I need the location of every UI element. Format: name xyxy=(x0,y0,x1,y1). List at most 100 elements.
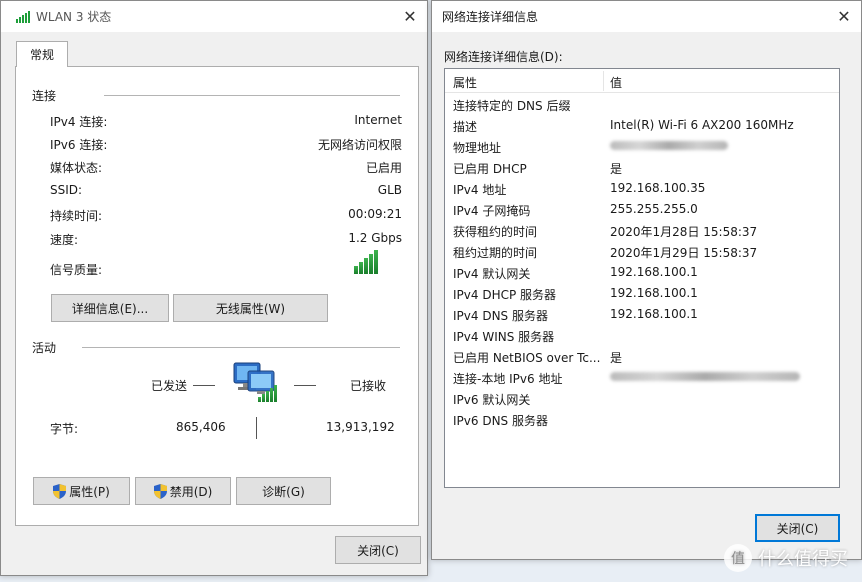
wifi-signal-icon xyxy=(16,10,30,23)
column-separator[interactable] xyxy=(603,71,604,91)
bytes-label: 字节: xyxy=(50,422,79,436)
close-button[interactable]: 关闭(C) xyxy=(335,536,421,564)
value-cell: 是 xyxy=(610,351,623,365)
property-cell: 物理地址 xyxy=(453,141,502,155)
connection-row: IPv4 连接: Internet xyxy=(50,113,402,129)
activity-signal-icon xyxy=(258,385,277,402)
connection-row: IPv6 连接: 无网络访问权限 xyxy=(50,136,402,152)
bytes-sent-value: 865,406 xyxy=(176,420,226,434)
sent-label: 已发送 xyxy=(151,379,188,393)
property-cell: 连接-本地 IPv6 地址 xyxy=(453,372,563,386)
row-value: 1.2 Gbps xyxy=(348,231,402,245)
list-item[interactable]: IPv6 DNS 服务器 xyxy=(445,409,839,430)
connection-group-label: 连接 xyxy=(32,89,57,103)
list-item[interactable]: IPv4 子网掩码 255.255.255.0 xyxy=(445,199,839,220)
row-label: SSID: xyxy=(50,183,83,197)
list-item[interactable]: 租约过期的时间 2020年1月29日 15:58:37 xyxy=(445,241,839,262)
connection-row: 信号质量: xyxy=(50,261,402,277)
row-label: IPv6 连接: xyxy=(50,138,108,152)
row-label: IPv4 连接: xyxy=(50,115,108,129)
tab-general[interactable]: 常规 xyxy=(16,41,68,67)
row-label: 持续时间: xyxy=(50,209,103,223)
disable-button-label: 禁用(D) xyxy=(169,484,213,499)
connection-row: 速度: 1.2 Gbps xyxy=(50,231,402,247)
watermark-text: 什么值得买 xyxy=(758,549,848,570)
list-item[interactable]: IPv4 地址 192.168.100.35 xyxy=(445,178,839,199)
list-item[interactable]: 已启用 DHCP 是 xyxy=(445,157,839,178)
value-cell: Intel(R) Wi-Fi 6 AX200 160MHz xyxy=(610,118,794,132)
title-bar: WLAN 3 状态 ✕ xyxy=(1,1,427,32)
property-cell: 租约过期的时间 xyxy=(453,246,538,260)
list-item[interactable]: 物理地址 xyxy=(445,136,839,157)
divider xyxy=(82,347,400,348)
list-item[interactable]: 已启用 NetBIOS over Tc... 是 xyxy=(445,346,839,367)
value-cell: 192.168.100.1 xyxy=(610,265,698,279)
property-cell: IPv4 默认网关 xyxy=(453,267,531,281)
row-value: GLB xyxy=(377,183,402,197)
value-cell: 192.168.100.1 xyxy=(610,286,698,300)
list-header: 属性 值 xyxy=(445,69,839,93)
divider xyxy=(256,417,257,439)
list-item[interactable]: 获得租约的时间 2020年1月28日 15:58:37 xyxy=(445,220,839,241)
disable-button[interactable]: 禁用(D) xyxy=(135,477,231,505)
value-cell: 是 xyxy=(610,162,623,176)
redacted-value xyxy=(610,141,728,150)
divider xyxy=(193,385,215,386)
value-cell: 192.168.100.1 xyxy=(610,307,698,321)
close-button[interactable]: 关闭(C) xyxy=(755,514,840,542)
row-value: 已启用 xyxy=(365,161,402,175)
bytes-received-value: 13,913,192 xyxy=(326,420,395,434)
close-icon[interactable]: ✕ xyxy=(833,5,855,27)
property-cell: 已启用 DHCP xyxy=(453,162,527,176)
window-title: WLAN 3 状态 xyxy=(36,10,112,24)
properties-button[interactable]: 属性(P) xyxy=(33,477,130,505)
column-header-property[interactable]: 属性 xyxy=(453,74,477,91)
uac-shield-icon xyxy=(153,483,167,499)
list-item[interactable]: IPv4 DHCP 服务器 192.168.100.1 xyxy=(445,283,839,304)
property-cell: 获得租约的时间 xyxy=(453,225,538,239)
watermark: 值 什么值得买 xyxy=(724,544,848,572)
diagnose-button[interactable]: 诊断(G) xyxy=(236,477,331,505)
property-cell: 描述 xyxy=(453,120,478,134)
network-connection-details-dialog: 网络连接详细信息 ✕ 网络连接详细信息(D): 属性 值 连接特定的 DNS 后… xyxy=(431,0,862,560)
signal-quality-icon xyxy=(354,250,378,274)
uac-shield-icon xyxy=(53,483,67,499)
list-item[interactable]: IPv4 DNS 服务器 192.168.100.1 xyxy=(445,304,839,325)
general-tab-panel: 连接 IPv4 连接: Internet IPv6 连接: 无网络访问权限 媒体状态: 已… xyxy=(15,66,419,526)
property-cell: IPv4 DNS 服务器 xyxy=(453,309,548,323)
property-cell: IPv4 子网掩码 xyxy=(453,204,531,218)
connection-row: 持续时间: 00:09:21 xyxy=(50,207,402,223)
property-cell: IPv4 地址 xyxy=(453,183,507,197)
activity-group-label: 活动 xyxy=(32,341,57,355)
value-cell: 2020年1月28日 15:58:37 xyxy=(610,225,758,239)
wireless-properties-button[interactable]: 无线属性(W) xyxy=(173,294,328,322)
wlan-status-dialog: WLAN 3 状态 ✕ 常规 连接 IPv4 连接: Internet IPv6 连… xyxy=(0,0,428,576)
property-cell: 已启用 NetBIOS over Tc... xyxy=(453,351,601,365)
list-item[interactable]: 描述 Intel(R) Wi-Fi 6 AX200 160MHz xyxy=(445,115,839,136)
details-button[interactable]: 详细信息(E)... xyxy=(51,294,169,322)
row-value: 00:09:21 xyxy=(348,207,402,221)
divider xyxy=(294,385,316,386)
title-bar: 网络连接详细信息 ✕ xyxy=(432,1,861,32)
close-icon[interactable]: ✕ xyxy=(399,5,421,27)
list-item[interactable]: IPv6 默认网关 xyxy=(445,388,839,409)
value-cell: 192.168.100.35 xyxy=(610,181,706,195)
property-cell: IPv4 DHCP 服务器 xyxy=(453,288,557,302)
column-header-value[interactable]: 值 xyxy=(610,74,622,91)
property-cell: IPv6 默认网关 xyxy=(453,393,531,407)
row-label: 速度: xyxy=(50,233,79,247)
value-cell: 2020年1月29日 15:58:37 xyxy=(610,246,758,260)
connection-row: SSID: GLB xyxy=(50,183,402,199)
list-item[interactable]: 连接-本地 IPv6 地址 xyxy=(445,367,839,388)
details-listview[interactable]: 属性 值 连接特定的 DNS 后缀 描述 Intel(R) Wi-Fi 6 AX20… xyxy=(444,68,840,488)
properties-button-label: 属性(P) xyxy=(69,484,110,499)
row-value: Internet xyxy=(354,113,402,127)
list-item[interactable]: IPv4 默认网关 192.168.100.1 xyxy=(445,262,839,283)
row-label: 媒体状态: xyxy=(50,161,103,175)
divider xyxy=(104,95,400,96)
list-item[interactable]: 连接特定的 DNS 后缀 xyxy=(445,94,839,115)
property-cell: IPv6 DNS 服务器 xyxy=(453,414,548,428)
property-cell: 连接特定的 DNS 后缀 xyxy=(453,99,571,113)
list-item[interactable]: IPv4 WINS 服务器 xyxy=(445,325,839,346)
details-list-label: 网络连接详细信息(D): xyxy=(444,50,563,64)
